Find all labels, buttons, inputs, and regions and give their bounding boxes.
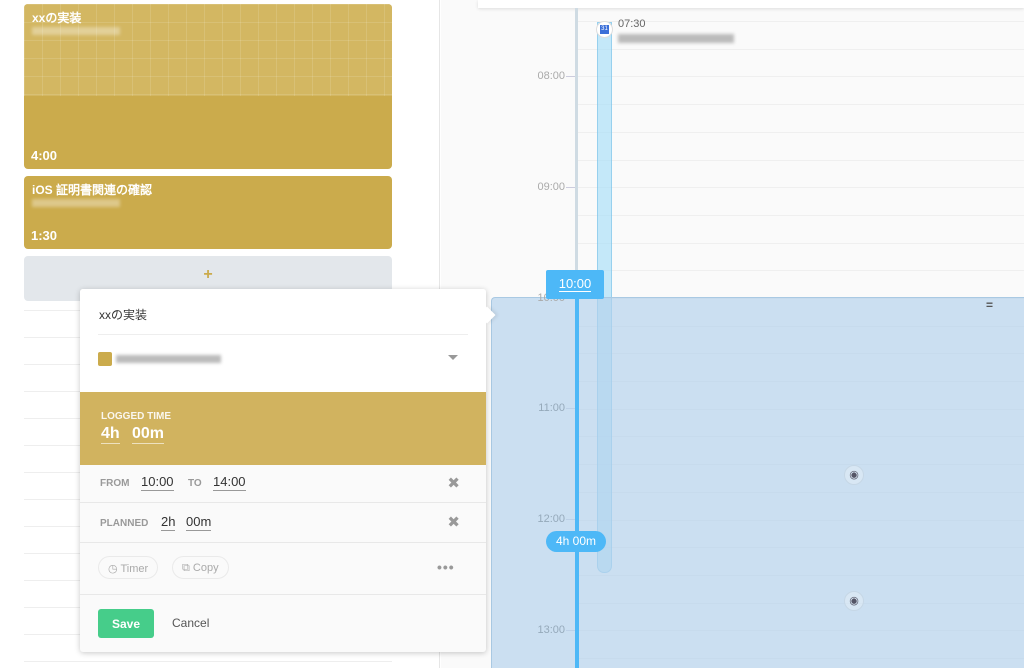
grid-line (578, 270, 1024, 271)
chevron-down-icon[interactable] (448, 355, 458, 360)
time-selection[interactable] (491, 297, 1024, 668)
task-card[interactable]: iOS 証明書関連の確認 1:30 (24, 176, 392, 249)
entry-title[interactable]: xxの実装 (99, 306, 147, 323)
grid-line (578, 104, 1024, 105)
github-icon[interactable]: ◉ (844, 465, 864, 485)
task-duration: 1:30 (31, 228, 58, 243)
hour-label: 12:00 (537, 513, 565, 525)
grid-line (578, 76, 1024, 77)
copy-button[interactable]: ⧉ Copy (172, 556, 229, 579)
from-input[interactable]: 10:00 (141, 474, 174, 491)
from-to-row: FROM 10:00 TO 14:00 ✖ (80, 465, 486, 503)
grid-line (578, 49, 1024, 50)
copy-icon: ⧉ (182, 562, 193, 574)
event-time: 07:30 (618, 18, 646, 30)
clock-icon: ◷ (108, 563, 121, 575)
logged-time-section: LOGGED TIME 4h 00m (80, 392, 486, 465)
grid-line (578, 132, 1024, 133)
grid-line (578, 187, 1024, 188)
grid-line (578, 243, 1024, 244)
task-title: iOS 証明書関連の確認 (32, 183, 153, 197)
copy-label: Copy (192, 562, 219, 574)
planned-row: PLANNED 2h 00m ✖ (80, 503, 486, 543)
task-title: xxの実装 (32, 11, 82, 25)
timeline-header (478, 0, 1024, 8)
google-calendar-icon: 31 (596, 21, 613, 38)
time-entry-popover: xxの実装 LOGGED TIME 4h 00m FROM 10:00 TO 1… (80, 289, 496, 652)
task-duration: 4:00 (31, 148, 58, 163)
planned-label: PLANNED (100, 518, 149, 529)
planned-minutes-input[interactable]: 00m (186, 514, 212, 531)
task-card[interactable]: xxの実装 4:00 (24, 4, 392, 169)
drag-handle-icon[interactable]: = (986, 298, 993, 312)
event-title-blurred (618, 34, 734, 43)
project-name-blurred[interactable] (116, 355, 221, 363)
logged-hours-input[interactable]: 4h (101, 425, 120, 444)
clear-time-icon[interactable]: ✖ (447, 474, 460, 492)
cancel-button[interactable]: Cancel (172, 616, 209, 630)
hour-label: 13:00 (537, 624, 565, 636)
hour-label: 11:00 (538, 402, 565, 414)
to-label: TO (188, 478, 202, 489)
project-color-swatch (98, 352, 112, 366)
task-project-blurred (32, 199, 120, 207)
timer-button[interactable]: ◷ Timer (98, 556, 159, 579)
grid-line (578, 160, 1024, 161)
list-divider (24, 661, 392, 662)
selection-line (575, 290, 579, 668)
divider (98, 334, 468, 335)
selection-duration-badge: 4h 00m (546, 531, 606, 552)
save-button[interactable]: Save (98, 609, 154, 638)
grid-line (578, 215, 1024, 216)
timer-label: Timer (120, 563, 149, 575)
clear-planned-icon[interactable]: ✖ (447, 513, 460, 531)
selection-start-badge[interactable]: 10:00 (546, 270, 604, 299)
github-icon[interactable]: ◉ (844, 591, 864, 611)
from-label: FROM (100, 478, 130, 489)
to-input[interactable]: 14:00 (213, 474, 246, 491)
hour-label: 09:00 (537, 181, 565, 193)
selection-start-time: 10:00 (558, 276, 592, 292)
logged-minutes-input[interactable]: 00m (132, 425, 165, 444)
task-project-blurred (32, 27, 120, 35)
hour-label: 08:00 (537, 70, 565, 82)
logged-time-label: LOGGED TIME (101, 411, 171, 422)
more-options-button[interactable]: ••• (437, 559, 455, 575)
planned-hours-input[interactable]: 2h (161, 514, 176, 531)
